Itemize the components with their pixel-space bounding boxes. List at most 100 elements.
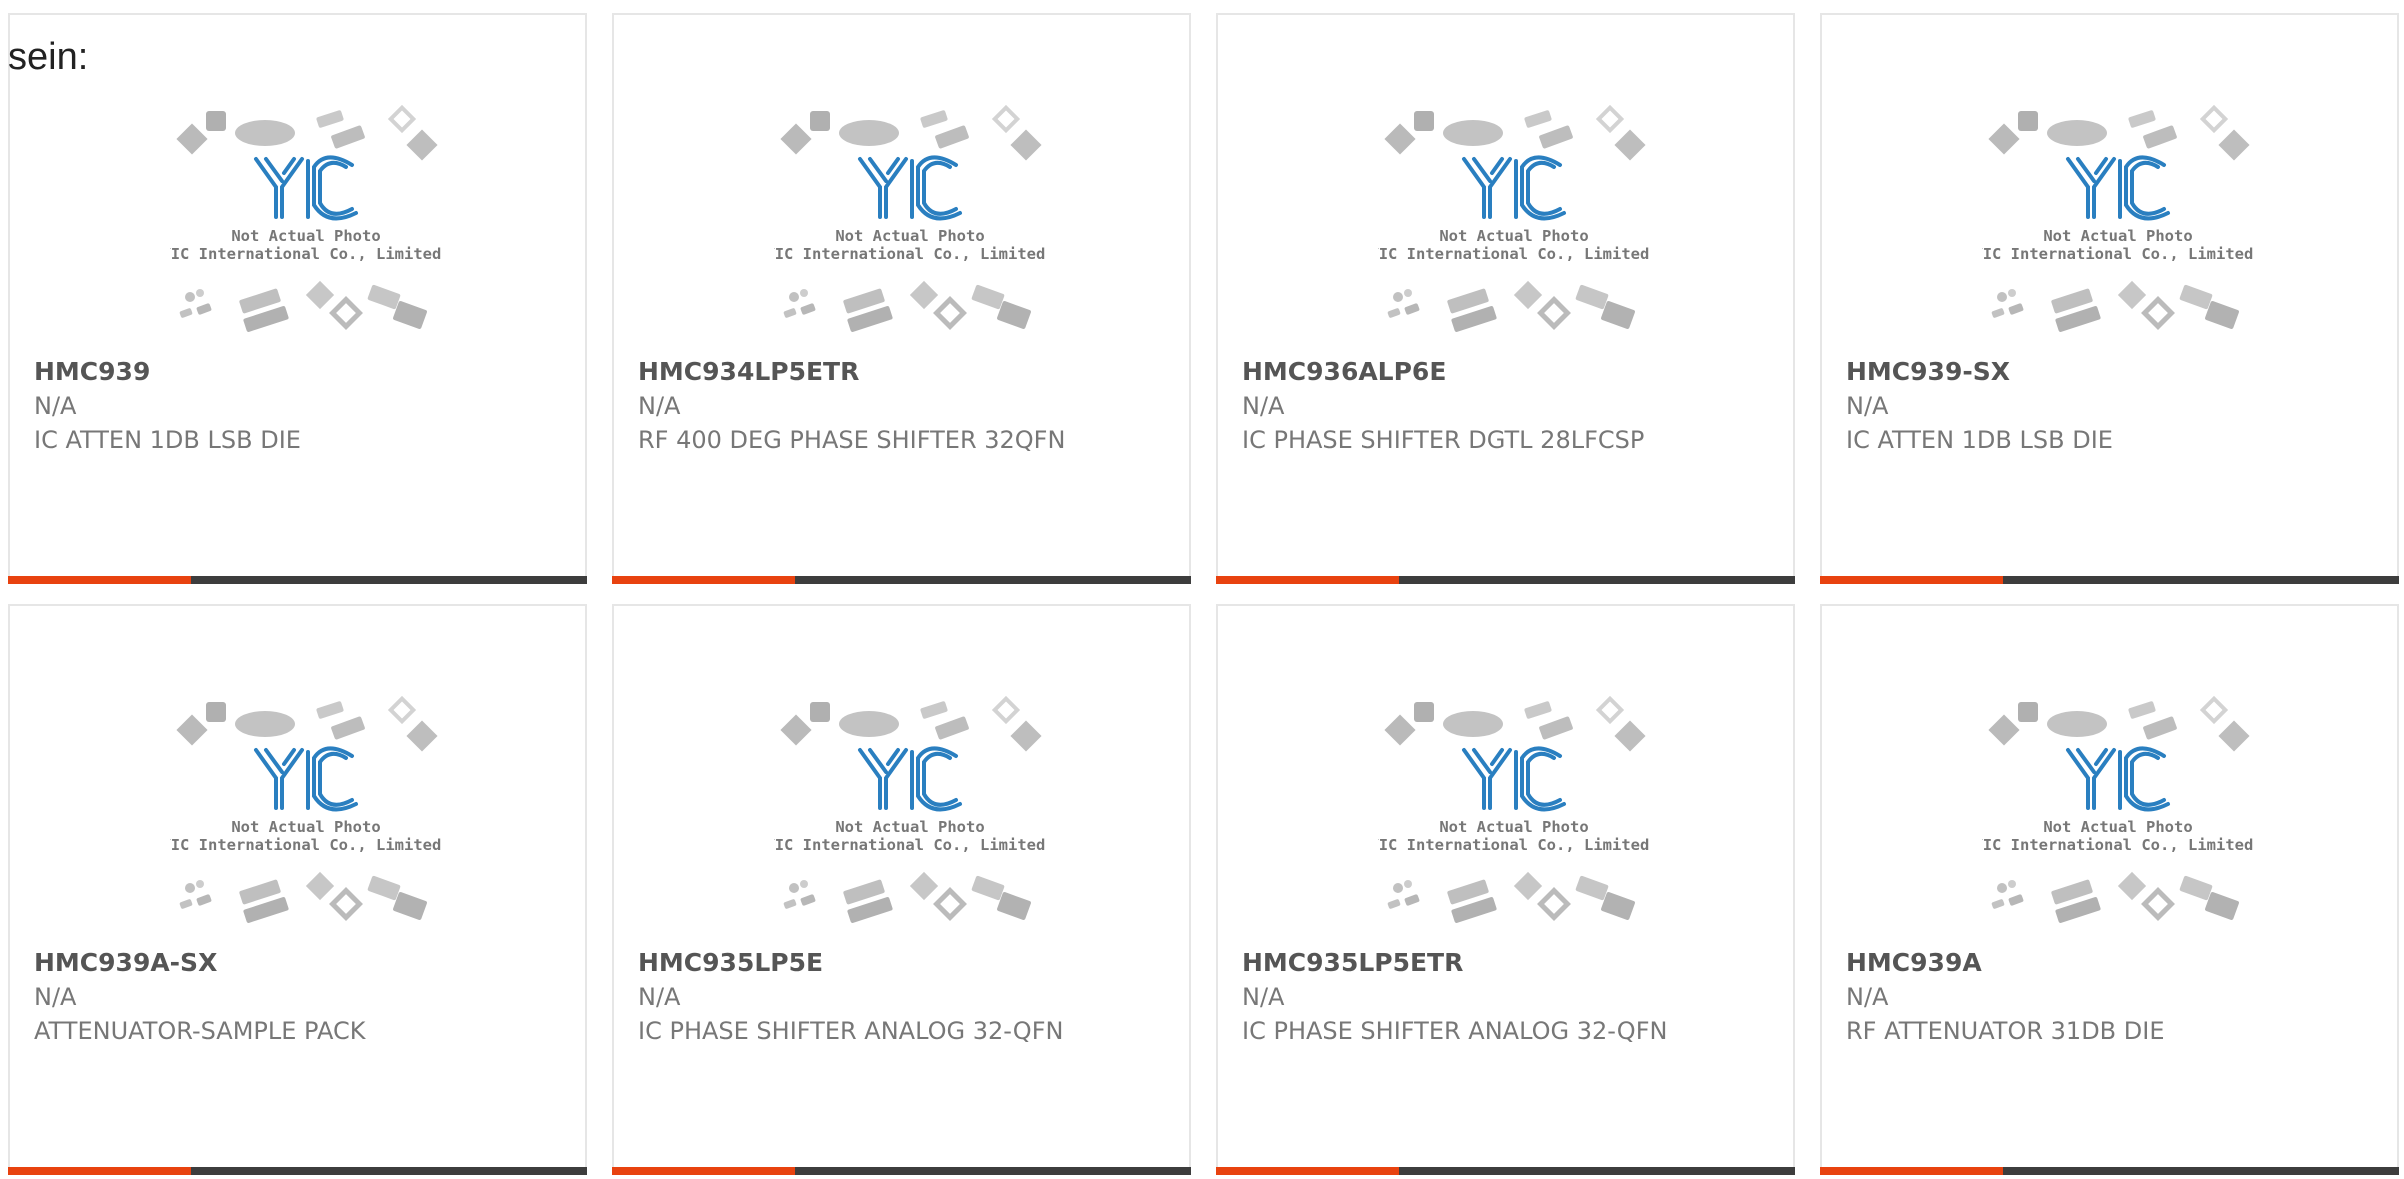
card-footer-bar	[1216, 1167, 1795, 1175]
product-card[interactable]: Not Actual Photo YIC International Co., L…	[8, 13, 587, 584]
card-footer-bar	[8, 1167, 587, 1175]
card-footer-bar	[1216, 576, 1795, 584]
product-description: IC PHASE SHIFTER ANALOG 32-QFN	[638, 1017, 1064, 1045]
product-part-number[interactable]: HMC934LP5ETR	[638, 355, 1068, 389]
company-caption: YIC International Co., Limited.	[170, 836, 442, 854]
not-actual-photo-caption: Not Actual Photo	[835, 818, 984, 836]
card-footer-bar	[1820, 1167, 2399, 1175]
card-footer-accent	[1820, 576, 2003, 584]
company-caption: YIC International Co., Limited.	[170, 245, 442, 263]
company-caption: YIC International Co., Limited.	[1982, 245, 2254, 263]
chip-cluster-top	[1384, 696, 1646, 752]
card-footer-bar	[612, 576, 1191, 584]
company-caption: YIC International Co., Limited.	[1378, 245, 1650, 263]
chip-cluster-top	[780, 696, 1042, 752]
product-image: Not Actual PhotoYIC International Co., L…	[170, 105, 442, 332]
yic-logo	[1462, 155, 1566, 221]
chip-cluster-bottom	[783, 280, 1031, 332]
card-footer-accent	[1216, 1167, 1399, 1175]
yic-logo	[254, 155, 358, 221]
product-info: HMC939A-SX N/A ATTENUATOR-SAMPLE PACK	[34, 946, 464, 1048]
product-manufacturer: N/A	[638, 983, 681, 1011]
product-part-number[interactable]: HMC939	[34, 355, 464, 389]
chip-cluster-bottom	[1387, 871, 1635, 923]
product-info: HMC935LP5ETR N/A IC PHASE SHIFTER ANALOG…	[1242, 946, 1672, 1048]
yic-logo	[2066, 746, 2170, 812]
product-manufacturer: N/A	[1846, 983, 1889, 1011]
product-info: HMC939-SX N/A IC ATTEN 1DB LSB DIE	[1846, 355, 2276, 457]
card-footer-accent	[1216, 576, 1399, 584]
product-part-number[interactable]: HMC939-SX	[1846, 355, 2276, 389]
card-footer-accent	[8, 576, 191, 584]
product-card[interactable]: Not Actual Photo YIC International Co., L…	[612, 13, 1191, 584]
product-image: Not Actual PhotoYIC International Co., L…	[170, 696, 442, 923]
company-caption: YIC International Co., Limited.	[1378, 836, 1650, 854]
lead-text: sein:	[8, 36, 89, 78]
product-card[interactable]: Not Actual Photo YIC International Co., L…	[8, 604, 587, 1175]
not-actual-photo-caption: Not Actual Photo	[835, 227, 984, 245]
product-image: Not Actual PhotoYIC International Co., L…	[1378, 696, 1650, 923]
product-grid: Not Actual Photo YIC International Co., L…	[8, 13, 2399, 1175]
chip-cluster-top	[176, 696, 438, 752]
product-part-number[interactable]: HMC939A-SX	[34, 946, 464, 980]
product-card[interactable]: Not Actual Photo YIC International Co., L…	[1820, 604, 2399, 1175]
chip-cluster-bottom	[1387, 280, 1635, 332]
product-description: RF 400 DEG PHASE SHIFTER 32QFN	[638, 426, 1066, 454]
product-part-number[interactable]: HMC936ALP6E	[1242, 355, 1672, 389]
card-footer-bar	[612, 1167, 1191, 1175]
not-actual-photo-caption: Not Actual Photo	[1439, 227, 1588, 245]
not-actual-photo-caption: Not Actual Photo	[231, 818, 380, 836]
company-caption: YIC International Co., Limited.	[1982, 836, 2254, 854]
product-part-number[interactable]: HMC935LP5ETR	[1242, 946, 1672, 980]
yic-logo	[2066, 155, 2170, 221]
card-footer-bar	[8, 576, 587, 584]
product-part-number[interactable]: HMC935LP5E	[638, 946, 1068, 980]
company-caption: YIC International Co., Limited.	[774, 836, 1046, 854]
company-caption: YIC International Co., Limited.	[774, 245, 1046, 263]
product-info: HMC935LP5E N/A IC PHASE SHIFTER ANALOG 3…	[638, 946, 1068, 1048]
chip-cluster-bottom	[179, 280, 427, 332]
chip-cluster-bottom	[783, 871, 1031, 923]
chip-cluster-top	[780, 105, 1042, 161]
not-actual-photo-caption: Not Actual Photo	[2043, 818, 2192, 836]
product-card[interactable]: Not Actual Photo YIC International Co., L…	[612, 604, 1191, 1175]
yic-logo	[858, 155, 962, 221]
chip-cluster-bottom	[1991, 871, 2239, 923]
product-info: HMC936ALP6E N/A IC PHASE SHIFTER DGTL 28…	[1242, 355, 1672, 457]
product-description: ATTENUATOR-SAMPLE PACK	[34, 1017, 366, 1045]
card-footer-accent	[1820, 1167, 2003, 1175]
product-manufacturer: N/A	[638, 392, 681, 420]
chip-cluster-top	[1384, 105, 1646, 161]
product-info: HMC934LP5ETR N/A RF 400 DEG PHASE SHIFTE…	[638, 355, 1068, 457]
chip-cluster-bottom	[1991, 280, 2239, 332]
yic-logo	[858, 746, 962, 812]
product-card[interactable]: Not Actual Photo YIC International Co., L…	[1216, 13, 1795, 584]
product-image: Not Actual PhotoYIC International Co., L…	[774, 105, 1046, 332]
product-description: IC PHASE SHIFTER DGTL 28LFCSP	[1242, 426, 1645, 454]
chip-cluster-top	[176, 105, 438, 161]
yic-logo	[1462, 746, 1566, 812]
product-description: IC PHASE SHIFTER ANALOG 32-QFN	[1242, 1017, 1668, 1045]
not-actual-photo-caption: Not Actual Photo	[231, 227, 380, 245]
card-footer-accent	[612, 1167, 795, 1175]
product-info: HMC939A N/A RF ATTENUATOR 31DB DIE	[1846, 946, 2276, 1048]
card-footer-accent	[8, 1167, 191, 1175]
product-description: IC ATTEN 1DB LSB DIE	[34, 426, 301, 454]
product-card[interactable]: Not Actual Photo YIC International Co., L…	[1216, 604, 1795, 1175]
product-description: RF ATTENUATOR 31DB DIE	[1846, 1017, 2165, 1045]
not-actual-photo-caption: Not Actual Photo	[2043, 227, 2192, 245]
product-image: Not Actual PhotoYIC International Co., L…	[1982, 696, 2254, 923]
product-image: Not Actual PhotoYIC International Co., L…	[1982, 105, 2254, 332]
product-card[interactable]: Not Actual Photo YIC International Co., L…	[1820, 13, 2399, 584]
product-image: Not Actual PhotoYIC International Co., L…	[774, 696, 1046, 923]
card-footer-accent	[612, 576, 795, 584]
product-part-number[interactable]: HMC939A	[1846, 946, 2276, 980]
product-manufacturer: N/A	[1846, 392, 1889, 420]
product-image: Not Actual PhotoYIC International Co., L…	[1378, 105, 1650, 332]
product-manufacturer: N/A	[1242, 392, 1285, 420]
card-footer-bar	[1820, 576, 2399, 584]
chip-cluster-bottom	[179, 871, 427, 923]
product-manufacturer: N/A	[1242, 983, 1285, 1011]
product-info: HMC939 N/A IC ATTEN 1DB LSB DIE	[34, 355, 464, 457]
product-manufacturer: N/A	[34, 392, 77, 420]
